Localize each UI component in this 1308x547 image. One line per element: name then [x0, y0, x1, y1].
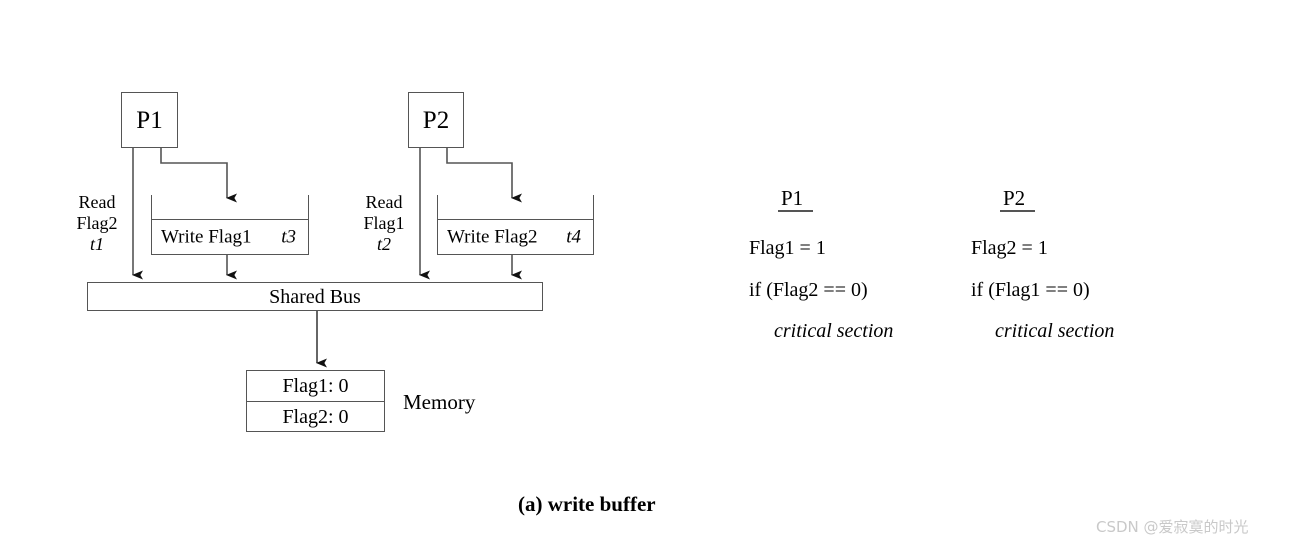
- write-buffer-p1-left-rail: [151, 195, 152, 219]
- write-buffer-p2-left-rail: [437, 195, 438, 219]
- write-buffer-p2-right-rail: [593, 195, 594, 219]
- read-annotation-p1-time: t1: [89, 234, 104, 255]
- shared-bus[interactable]: Shared Bus: [87, 282, 543, 311]
- code-column-p2-line-1: Flag2 = 1: [971, 237, 1048, 259]
- code-column-p1-line-2: if (Flag2 == 0): [749, 279, 868, 301]
- code-column-p2-line-2: if (Flag1 == 0): [971, 279, 1090, 301]
- read-annotation-p2-line1: Read: [365, 192, 403, 212]
- memory-row-flag1-value: Flag1: 0: [282, 375, 349, 397]
- write-buffer-p1-right-rail: [308, 195, 309, 219]
- processor-label-p2: P2: [422, 106, 450, 134]
- code-column-p2-line-3: critical section: [995, 320, 1115, 342]
- code-column-p2-header: P2: [1003, 186, 1026, 210]
- memory-row-flag1: Flag1: 0: [247, 371, 384, 402]
- code-column-p1-line-3: critical section: [774, 320, 894, 342]
- code-column-p1-header-underline: [778, 210, 813, 212]
- memory-box[interactable]: Flag1: 0 Flag2: 0: [246, 370, 385, 432]
- write-buffer-p2-entry[interactable]: Write Flag2 t4: [437, 219, 594, 255]
- read-annotation-p1: Read Flag2 t1: [66, 192, 128, 256]
- processor-box-p2[interactable]: P2: [408, 92, 464, 148]
- read-annotation-p1-line1: Read: [78, 192, 116, 212]
- connector-wires: [132, 148, 522, 368]
- memory-row-flag2-value: Flag2: 0: [282, 406, 349, 428]
- write-buffer-p1-entry-label: Write Flag1: [161, 226, 252, 248]
- read-annotation-p2: Read Flag1 t2: [353, 192, 415, 256]
- memory-caption: Memory: [403, 390, 476, 414]
- write-buffer-p2-entry-time: t4: [566, 226, 581, 248]
- read-annotation-p2-time: t2: [376, 234, 391, 255]
- code-column-p2-header-underline: [1000, 210, 1035, 212]
- processor-box-p1[interactable]: P1: [121, 92, 178, 148]
- watermark: CSDN @爱寂寞的时光: [1096, 518, 1249, 536]
- code-column-p1-header: P1: [781, 186, 804, 210]
- write-buffer-p1-entry[interactable]: Write Flag1 t3: [151, 219, 309, 255]
- read-annotation-p2-line2: Flag1: [363, 213, 405, 234]
- read-annotation-p1-line2: Flag2: [76, 213, 118, 234]
- figure-canvas: P1 Read Flag2 t1 Write Flag1 t3 P2 Read …: [0, 0, 1308, 547]
- write-buffer-p1-entry-time: t3: [281, 226, 296, 248]
- figure-caption: (a) write buffer: [518, 492, 656, 516]
- processor-label-p1: P1: [136, 106, 163, 134]
- code-column-p1-line-1: Flag1 = 1: [749, 237, 826, 259]
- memory-row-flag2: Flag2: 0: [247, 402, 384, 432]
- write-buffer-p2-entry-label: Write Flag2: [447, 226, 538, 248]
- shared-bus-label: Shared Bus: [269, 285, 361, 308]
